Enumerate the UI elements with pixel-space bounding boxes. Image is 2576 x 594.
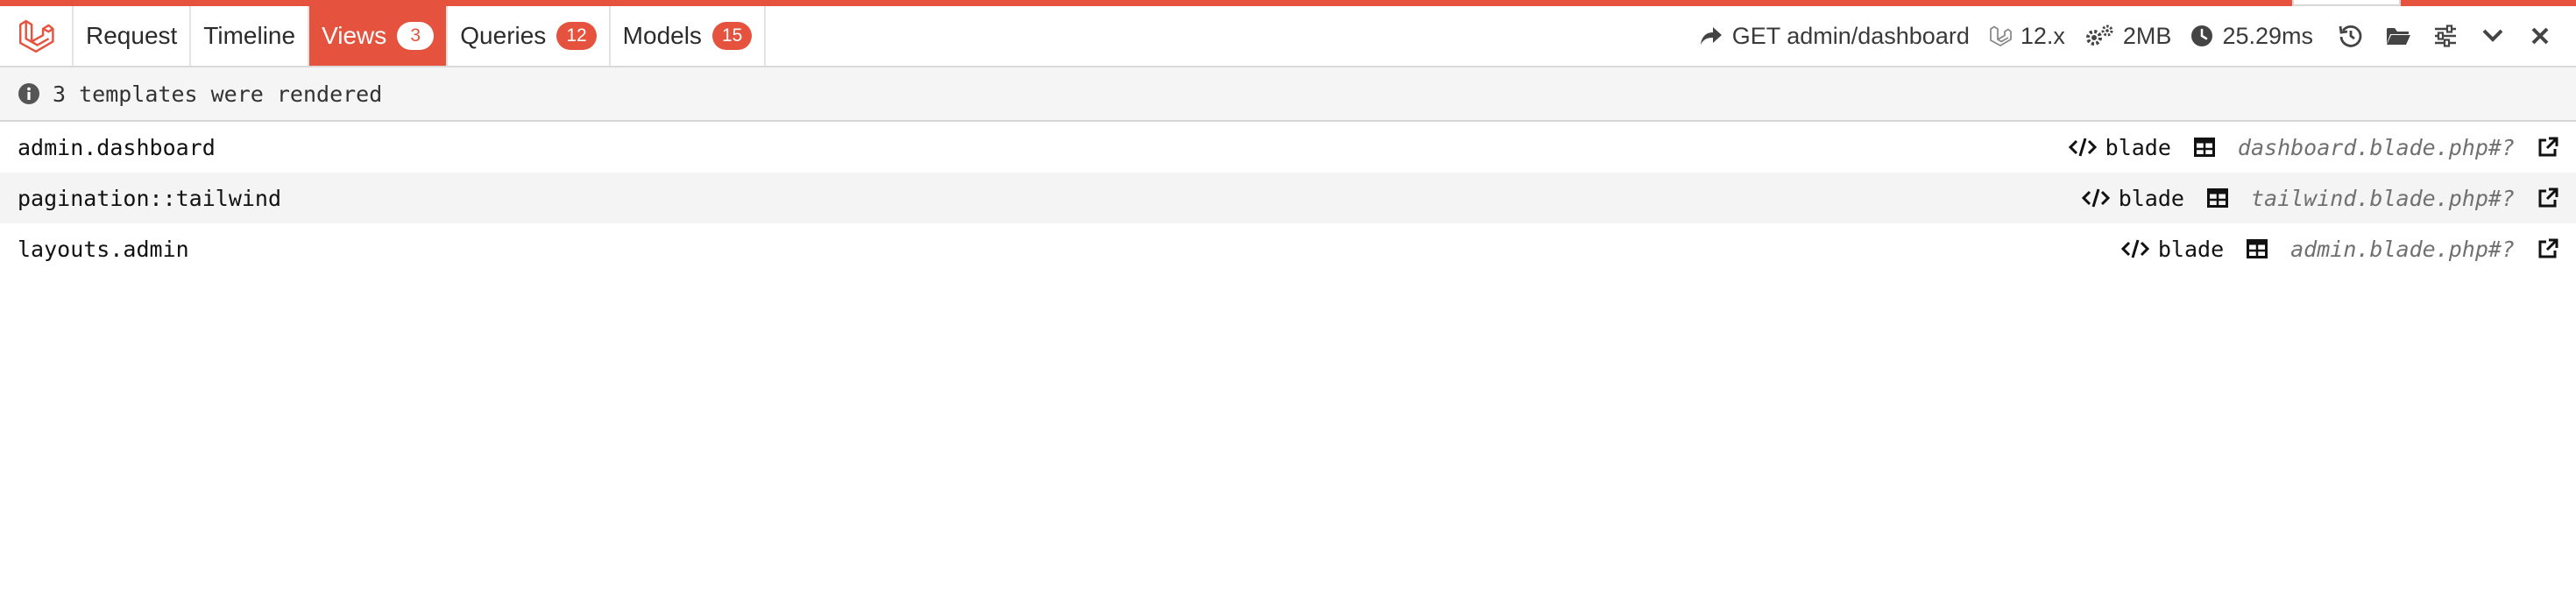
models-count-badge: 15 bbox=[711, 22, 753, 50]
laravel-version: 12.x bbox=[1989, 23, 2065, 50]
template-row: layouts.admin blade admin.blade.php#? bbox=[0, 223, 2576, 274]
info-message: 3 templates were rendered bbox=[53, 81, 383, 107]
external-link-icon bbox=[2538, 238, 2558, 258]
open-in-editor-button[interactable] bbox=[2537, 238, 2558, 259]
memory-usage: 2MB bbox=[2084, 22, 2172, 50]
open-in-editor-button[interactable] bbox=[2537, 137, 2558, 158]
clock-icon bbox=[2191, 25, 2213, 46]
template-row: admin.dashboard blade dashboard.blade.ph… bbox=[0, 122, 2576, 173]
history-icon bbox=[2339, 25, 2362, 47]
template-type: blade bbox=[2120, 236, 2225, 262]
close-icon bbox=[2531, 27, 2549, 45]
queries-count-badge: 12 bbox=[556, 22, 597, 50]
views-count-badge: 3 bbox=[397, 22, 435, 50]
code-icon bbox=[2068, 138, 2097, 157]
tab-views[interactable]: Views 3 bbox=[309, 6, 449, 66]
template-file: tailwind.blade.php#? bbox=[2250, 185, 2515, 211]
history-button[interactable] bbox=[2327, 12, 2374, 60]
toolbar-right: GET admin/dashboard 12.x 2MB 25.29ms bbox=[1680, 6, 2576, 66]
laravel-icon bbox=[1989, 25, 2012, 46]
request-duration: 25.29ms bbox=[2190, 23, 2313, 50]
table-icon bbox=[2193, 138, 2215, 157]
share-arrow-icon bbox=[1700, 27, 1722, 45]
template-type-label: blade bbox=[2118, 185, 2184, 211]
template-row: pagination::tailwind blade tailwind.blad… bbox=[0, 173, 2576, 223]
template-type: blade bbox=[2081, 185, 2184, 211]
route-info[interactable]: GET admin/dashboard bbox=[1699, 23, 1970, 50]
folder-open-icon bbox=[2387, 28, 2410, 45]
template-file: admin.blade.php#? bbox=[2290, 236, 2515, 262]
code-icon bbox=[2081, 188, 2110, 208]
tab-label: Queries bbox=[460, 22, 547, 49]
memory-text: 2MB bbox=[2122, 22, 2172, 49]
tab-request[interactable]: Request bbox=[74, 6, 192, 66]
info-header: 3 templates were rendered bbox=[0, 67, 2576, 122]
table-icon bbox=[2247, 239, 2268, 258]
duration-text: 25.29ms bbox=[2222, 22, 2313, 49]
template-name: admin.dashboard bbox=[18, 134, 216, 160]
settings-button[interactable] bbox=[2422, 12, 2469, 60]
template-file: dashboard.blade.php#? bbox=[2237, 134, 2515, 160]
external-link-icon bbox=[2538, 137, 2558, 157]
laravel-logo-icon[interactable] bbox=[0, 6, 74, 66]
template-name: pagination::tailwind bbox=[18, 185, 282, 211]
cogs-icon bbox=[2085, 25, 2113, 46]
close-button[interactable] bbox=[2516, 12, 2564, 60]
debugbar-toolbar: Request Timeline Views 3 Queries 12 Mode… bbox=[0, 6, 2576, 67]
code-icon bbox=[2120, 239, 2149, 258]
template-type-label: blade bbox=[2157, 236, 2225, 262]
sliders-icon bbox=[2435, 25, 2456, 47]
template-name: layouts.admin bbox=[18, 236, 189, 262]
top-accent-strip bbox=[0, 0, 2576, 6]
info-icon bbox=[18, 83, 39, 104]
external-link-icon bbox=[2538, 187, 2558, 208]
templates-list: admin.dashboard blade dashboard.blade.ph… bbox=[0, 122, 2576, 274]
version-text: 12.x bbox=[2020, 22, 2065, 49]
tab-queries[interactable]: Queries 12 bbox=[448, 6, 611, 66]
chevron-down-icon bbox=[2482, 29, 2503, 42]
template-type: blade bbox=[2068, 134, 2171, 160]
minimize-button[interactable] bbox=[2469, 12, 2516, 60]
table-icon bbox=[2206, 188, 2228, 208]
tab-label: Timeline bbox=[203, 22, 296, 49]
open-folder-button[interactable] bbox=[2374, 12, 2422, 60]
route-text: GET admin/dashboard bbox=[1731, 22, 1970, 49]
tab-timeline[interactable]: Timeline bbox=[191, 6, 310, 66]
tab-label: Views bbox=[322, 22, 387, 49]
tab-label: Models bbox=[622, 22, 702, 49]
tab-label: Request bbox=[86, 22, 178, 49]
open-in-editor-button[interactable] bbox=[2537, 187, 2558, 209]
tab-models[interactable]: Models 15 bbox=[611, 6, 767, 66]
resize-handle[interactable] bbox=[2292, 0, 2401, 6]
template-type-label: blade bbox=[2105, 134, 2171, 160]
